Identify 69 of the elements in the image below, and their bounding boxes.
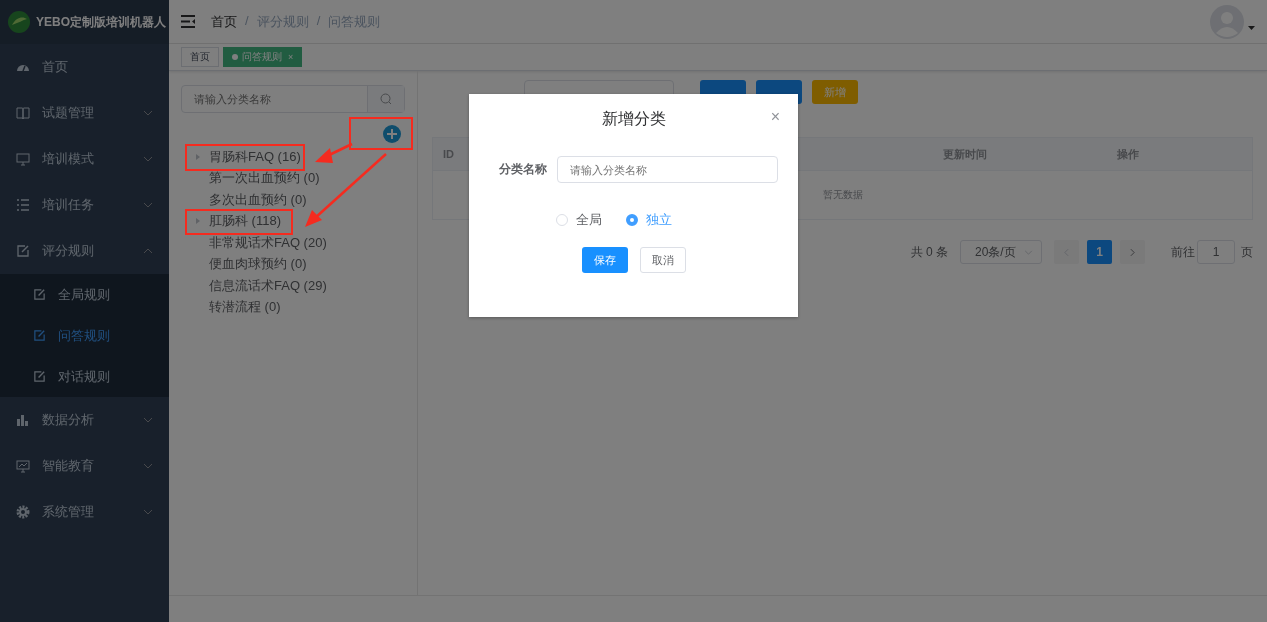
chevron-right-icon: [1130, 247, 1135, 257]
sidebar-item[interactable]: 数据分析: [0, 397, 169, 443]
radio-option[interactable]: 全局: [556, 211, 602, 229]
menu-label: 培训任务: [42, 196, 95, 214]
monitor-icon: [16, 152, 30, 166]
add-icon[interactable]: [383, 125, 401, 143]
sidebar-item[interactable]: 培训模式: [0, 136, 169, 182]
field-label: 分类名称: [499, 161, 547, 178]
page-input[interactable]: 1: [1197, 240, 1235, 264]
menu-icon[interactable]: [181, 15, 195, 28]
menu-label: 试题管理: [42, 104, 95, 122]
caret-icon[interactable]: [1248, 25, 1255, 30]
tree-node[interactable]: 信息流话术FAQ (29): [181, 275, 405, 297]
close-button[interactable]: ×: [770, 108, 780, 126]
book-icon: [16, 106, 30, 120]
submenu-item[interactable]: 对话规则: [0, 356, 169, 397]
close-icon[interactable]: ×: [288, 52, 294, 62]
page-size-select[interactable]: 20条/页: [960, 240, 1042, 264]
breadcrumb-separator: /: [316, 12, 321, 30]
monitor-icon: [16, 459, 30, 473]
list-icon: [16, 198, 30, 212]
search-field[interactable]: 请输入分类名称: [181, 85, 405, 113]
save-button[interactable]: 保存: [581, 247, 628, 273]
sidebar-item[interactable]: 培训任务: [0, 182, 169, 228]
tab[interactable]: 问答规则 ×: [223, 47, 303, 67]
tree-node[interactable]: 多次出血预约 (0): [181, 189, 405, 211]
tree-node[interactable]: 胃肠科FAQ (16): [181, 146, 405, 168]
leaf-logo-icon: [8, 11, 30, 33]
search-input[interactable]: 请输入分类名称: [182, 86, 367, 112]
menu-label: 评分规则: [42, 242, 95, 260]
radio-circle[interactable]: [626, 214, 638, 226]
expand-caret-icon[interactable]: [195, 153, 201, 160]
tree-node[interactable]: 非常规话术FAQ (20): [181, 232, 405, 254]
edit-icon: [33, 329, 46, 342]
app-title: YEBO定制版培训机器人: [36, 13, 166, 31]
goto-label: 前往: [1171, 243, 1195, 261]
search-icon[interactable]: [380, 93, 392, 105]
sidebar-item[interactable]: 系统管理: [0, 489, 169, 535]
expand-caret-icon[interactable]: [195, 218, 201, 225]
next-page-button[interactable]: [1120, 240, 1145, 264]
page-button[interactable]: 1: [1087, 240, 1112, 264]
radio-option[interactable]: 独立: [626, 211, 672, 229]
tree-node[interactable]: 肛肠科 (118): [181, 210, 405, 232]
total-count: 共 0 条: [910, 243, 948, 261]
tree-node[interactable]: 便血肉球预约 (0): [181, 253, 405, 275]
breadcrumb-separator: /: [245, 12, 249, 30]
submenu-item[interactable]: 问答规则: [0, 315, 169, 356]
menu-label: 培训模式: [42, 150, 95, 168]
edit-icon: [33, 370, 46, 383]
tree-node[interactable]: 转潜流程 (0): [181, 296, 405, 318]
edit-icon: [16, 244, 30, 258]
page-suffix: 页: [1241, 243, 1253, 261]
dialog-title: 新增分类: [601, 110, 666, 127]
menu-label: 数据分析: [42, 411, 95, 429]
menu-label: 首页: [42, 58, 69, 76]
menu-label: 智能教育: [42, 457, 95, 475]
input-field[interactable]: 请输入分类名称: [557, 156, 778, 183]
breadcrumb-link[interactable]: 首页: [211, 12, 237, 31]
submenu-item[interactable]: 全局规则: [0, 274, 169, 315]
edit-icon: [33, 288, 46, 301]
tab[interactable]: 首页: [181, 47, 219, 67]
bar-chart-icon: [16, 413, 30, 427]
sidebar-item[interactable]: 评分规则: [0, 228, 169, 274]
settings-icon: [16, 505, 30, 519]
sidebar-item[interactable]: 首页: [0, 44, 169, 90]
sidebar-item[interactable]: 智能教育: [0, 443, 169, 489]
sidebar-item[interactable]: 试题管理: [0, 90, 169, 136]
cancel-button[interactable]: 取消: [639, 247, 686, 273]
menu-label: 系统管理: [42, 503, 95, 521]
